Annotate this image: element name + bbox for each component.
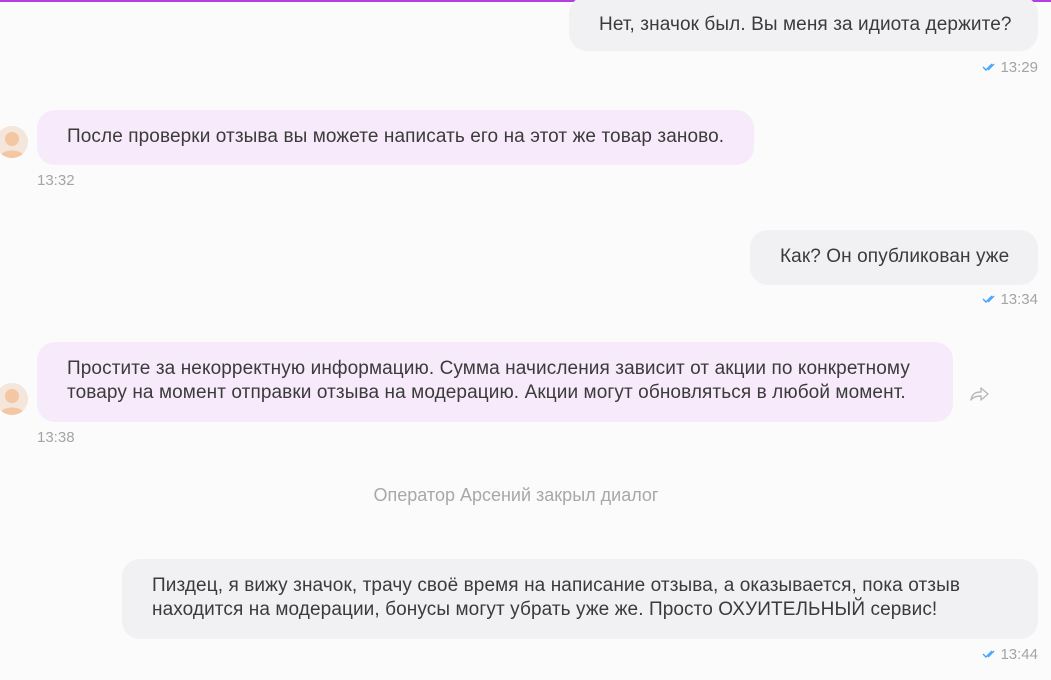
avatar-icon: [0, 126, 28, 158]
system-message-dialog-closed: Оператор Арсений закрыл диалог: [373, 485, 659, 505]
avatar-icon: [0, 383, 28, 415]
message-timestamp: 13:38: [37, 429, 75, 447]
time-text: 13:44: [1000, 646, 1038, 663]
message-timestamp: 13:44: [960, 646, 1038, 664]
double-check-icon: [982, 63, 995, 72]
message-bubble-outgoing[interactable]: Нет, значок был. Вы меня за идиота держи…: [569, 0, 1038, 51]
message-timestamp: 13:29: [960, 59, 1038, 77]
message-timestamp: 13:34: [960, 291, 1038, 309]
message-text-line: Пиздец, я вижу значок, трачу своё время …: [152, 575, 961, 596]
double-check-icon: [982, 295, 995, 304]
time-text: 13:29: [1000, 59, 1038, 76]
message-timestamp: 13:32: [37, 172, 75, 190]
message-text-line: находится на модерации, бонусы могут убр…: [152, 599, 938, 620]
time-text: 13:38: [37, 429, 75, 446]
message-text-line: Простите за некорректную информацию. Сум…: [67, 358, 910, 379]
operator-avatar: [0, 383, 28, 415]
time-text: 13:34: [1000, 291, 1038, 308]
message-bubble-outgoing[interactable]: Пиздец, я вижу значок, трачу своё время …: [122, 559, 1038, 639]
double-check-icon: [982, 650, 995, 659]
message-text-line: товару на момент отправки отзыва на моде…: [67, 382, 906, 403]
message-text: После проверки отзыва вы можете написать…: [67, 126, 725, 147]
time-text: 13:32: [37, 172, 75, 189]
message-text: Как? Он опубликован уже: [780, 246, 1010, 267]
message-text: Нет, значок был. Вы меня за идиота держи…: [599, 14, 1012, 35]
message-bubble-outgoing[interactable]: Как? Он опубликован уже: [750, 230, 1038, 285]
message-bubble-incoming[interactable]: После проверки отзыва вы можете написать…: [37, 110, 754, 165]
message-bubble-incoming[interactable]: Простите за некорректную информацию. Сум…: [37, 342, 953, 422]
share-arrow-icon[interactable]: [970, 386, 990, 402]
operator-avatar: [0, 126, 28, 158]
